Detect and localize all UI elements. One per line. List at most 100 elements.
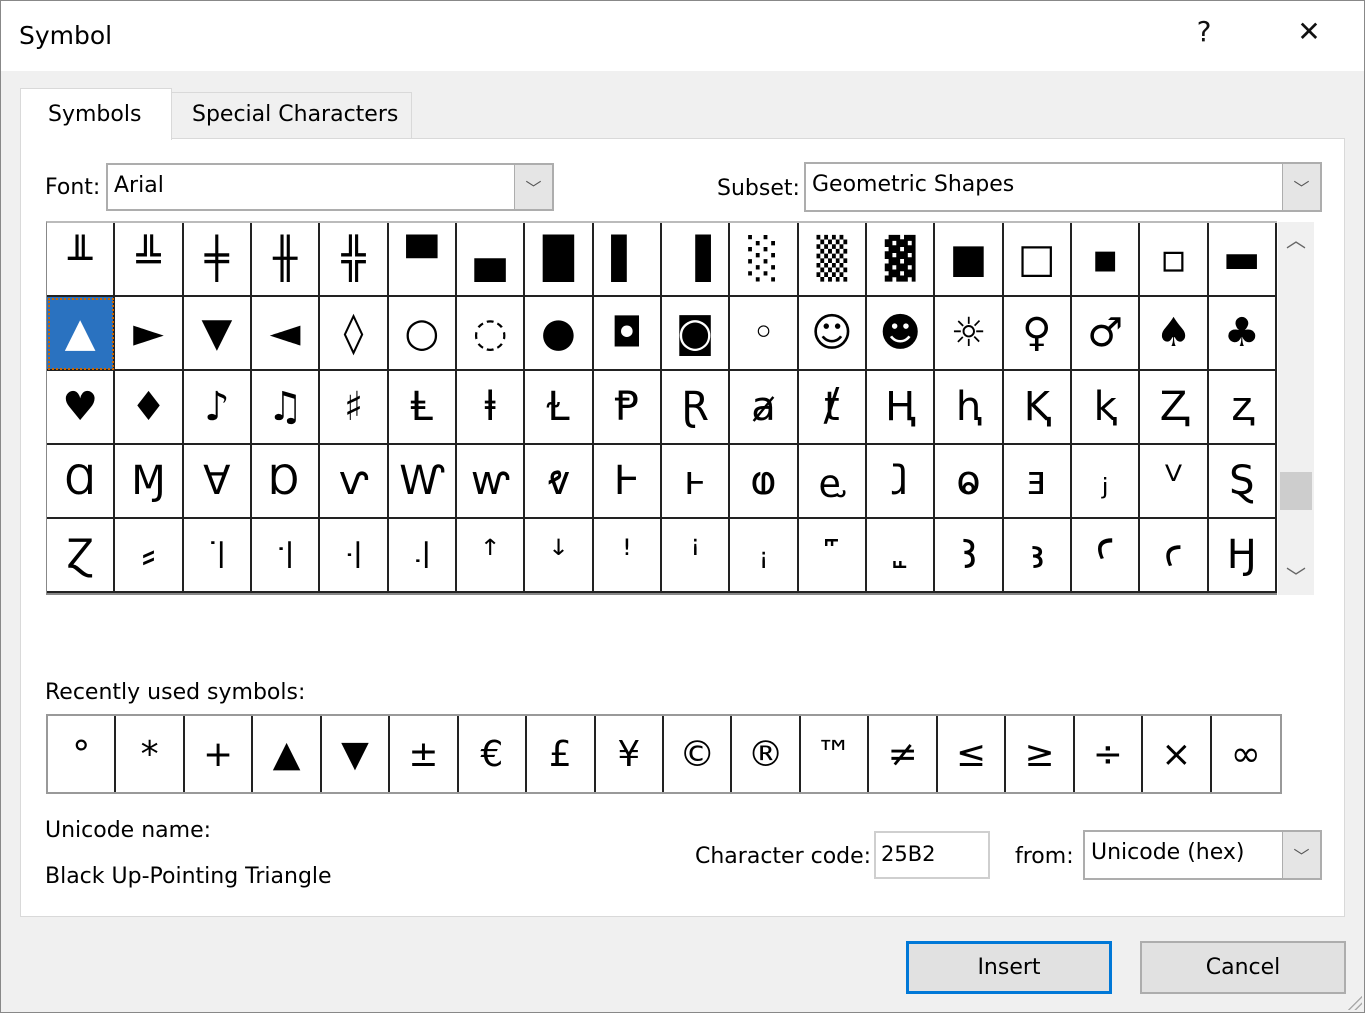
symbol-cell[interactable]: ▒ <box>798 223 867 297</box>
symbol-cell[interactable]: ⱶ <box>662 445 731 519</box>
symbol-cell[interactable]: ▫ <box>1140 223 1209 297</box>
symbol-cell[interactable]: ⱱ <box>320 445 389 519</box>
symbol-cell[interactable]: ꜞ <box>662 519 731 593</box>
recent-symbol-cell[interactable]: ▲ <box>253 716 322 792</box>
symbol-cell[interactable]: ꜜ <box>525 519 594 593</box>
recent-symbol-cell[interactable]: + <box>185 716 254 792</box>
symbol-cell[interactable]: ◊ <box>320 297 389 371</box>
symbol-cell[interactable]: ♥ <box>47 371 116 445</box>
symbol-cell[interactable]: □ <box>1003 223 1072 297</box>
recent-symbol-cell[interactable]: £ <box>527 716 596 792</box>
recent-symbol-cell[interactable]: ÷ <box>1075 716 1144 792</box>
symbol-cell[interactable]: ⱼ <box>1072 445 1141 519</box>
symbol-cell[interactable]: Ꜧ <box>1208 519 1277 593</box>
symbol-cell[interactable]: █ <box>525 223 594 297</box>
symbol-cell[interactable]: ▬ <box>1208 223 1277 297</box>
resize-grip[interactable] <box>1344 992 1362 1010</box>
symbol-cell[interactable]: ▪ <box>1072 223 1141 297</box>
symbol-cell[interactable]: ꜝ <box>593 519 662 593</box>
symbol-cell[interactable]: ◄ <box>252 297 321 371</box>
symbol-cell[interactable]: Ȿ <box>1208 445 1277 519</box>
symbol-cell[interactable]: ꜟ <box>730 519 799 593</box>
recent-symbol-cell[interactable]: × <box>1143 716 1212 792</box>
font-dropdown[interactable]: Arial ﹀ <box>106 163 554 211</box>
symbol-cell[interactable]: Ⱶ <box>593 445 662 519</box>
symbol-cell[interactable]: ♂ <box>1072 297 1141 371</box>
symbol-cell[interactable]: ⱦ <box>798 371 867 445</box>
symbol-cell[interactable]: ⱥ <box>730 371 799 445</box>
recent-symbol-cell[interactable]: ∞ <box>1212 716 1280 792</box>
recent-symbol-cell[interactable]: ™ <box>801 716 870 792</box>
symbol-cell[interactable]: ╪ <box>183 223 252 297</box>
symbol-cell[interactable]: ⱺ <box>935 445 1004 519</box>
recent-symbol-cell[interactable]: ® <box>732 716 801 792</box>
symbol-cell[interactable]: ⱽ <box>1140 445 1209 519</box>
symbol-cell[interactable]: ⱸ <box>798 445 867 519</box>
recent-symbol-cell[interactable]: € <box>459 716 528 792</box>
symbol-cell[interactable]: ⱹ <box>867 445 936 519</box>
symbol-cell[interactable]: ꜛ <box>457 519 526 593</box>
scroll-down-icon[interactable]: ﹀ <box>1278 559 1314 595</box>
symbol-cell[interactable]: ╩ <box>115 223 184 297</box>
symbol-cell[interactable]: Ꜥ <box>1072 519 1141 593</box>
symbol-cell[interactable]: ☺ <box>798 297 867 371</box>
symbol-cell[interactable]: ☼ <box>935 297 1004 371</box>
chevron-down-icon[interactable]: ﹀ <box>1282 164 1320 210</box>
symbol-cell[interactable]: ⱳ <box>457 445 526 519</box>
symbol-cell[interactable]: ▐ <box>662 223 731 297</box>
symbol-cell[interactable]: ▓ <box>867 223 936 297</box>
symbol-cell[interactable]: ꜋ <box>388 519 457 593</box>
symbol-cell[interactable]: Ɒ <box>252 445 321 519</box>
symbol-cell[interactable]: ⱬ <box>1208 371 1277 445</box>
symbol-cell[interactable]: Ɑ <box>47 445 116 519</box>
symbol-cell[interactable]: ● <box>525 297 594 371</box>
symbol-cell[interactable]: ► <box>115 297 184 371</box>
symbol-cell[interactable]: Ⱡ <box>388 371 457 445</box>
symbol-cell[interactable]: ▼ <box>183 297 252 371</box>
recent-symbol-cell[interactable]: ° <box>48 716 117 792</box>
recent-symbol-cell[interactable]: ▼ <box>322 716 391 792</box>
recent-symbol-cell[interactable]: ≤ <box>938 716 1007 792</box>
from-dropdown[interactable]: Unicode (hex) ﹀ <box>1083 830 1322 880</box>
symbol-cell[interactable]: ♪ <box>183 371 252 445</box>
symbol-cell[interactable]: ♠ <box>1140 297 1209 371</box>
symbol-cell[interactable]: ◙ <box>662 297 731 371</box>
symbol-cell[interactable]: ╨ <box>47 223 116 297</box>
symbol-cell[interactable]: ⱨ <box>935 371 1004 445</box>
symbol-cell[interactable]: ꜠ <box>798 519 867 593</box>
symbol-cell[interactable]: ⱷ <box>730 445 799 519</box>
symbol-cell[interactable]: Ɀ <box>47 519 116 593</box>
symbol-cell[interactable]: ○ <box>388 297 457 371</box>
symbol-cell[interactable]: ⱻ <box>1003 445 1072 519</box>
symbol-cell[interactable]: ꜉ <box>252 519 321 593</box>
symbol-cell[interactable]: ꜡ <box>867 519 936 593</box>
insert-button[interactable]: Insert <box>906 941 1112 994</box>
symbol-cell[interactable]: ⱪ <box>1072 371 1141 445</box>
symbol-cell[interactable]: ⸗ <box>115 519 184 593</box>
symbol-cell[interactable]: ♫ <box>252 371 321 445</box>
character-code-input[interactable]: 25B2 <box>874 831 990 879</box>
symbol-cell[interactable]: ꜥ <box>1140 519 1209 593</box>
recent-symbol-cell[interactable]: ≠ <box>869 716 938 792</box>
symbol-cell[interactable]: ░ <box>730 223 799 297</box>
symbol-cell[interactable]: Ᵽ <box>593 371 662 445</box>
recent-symbol-cell[interactable]: © <box>664 716 733 792</box>
symbol-cell[interactable]: ▌ <box>593 223 662 297</box>
symbol-cell[interactable]: ╬ <box>320 223 389 297</box>
symbol-cell[interactable]: ♯ <box>320 371 389 445</box>
symbol-cell[interactable]: ▀ <box>388 223 457 297</box>
symbol-cell[interactable]: ꜊ <box>320 519 389 593</box>
cancel-button[interactable]: Cancel <box>1140 941 1346 994</box>
symbol-cell[interactable]: ■ <box>935 223 1004 297</box>
symbol-cell[interactable]: ⱡ <box>457 371 526 445</box>
symbol-cell[interactable]: ▄ <box>457 223 526 297</box>
symbol-cell[interactable]: ◘ <box>593 297 662 371</box>
symbol-cell[interactable]: Ɽ <box>662 371 731 445</box>
recent-symbol-cell[interactable]: * <box>116 716 185 792</box>
symbol-cell[interactable]: Ⱬ <box>1140 371 1209 445</box>
tab-symbols[interactable]: Symbols <box>20 88 172 140</box>
symbol-cell[interactable]: ♀ <box>1003 297 1072 371</box>
symbol-cell[interactable]: Ⱪ <box>1003 371 1072 445</box>
tab-special-characters[interactable]: Special Characters <box>171 92 412 138</box>
symbol-cell[interactable]: Ɫ <box>525 371 594 445</box>
